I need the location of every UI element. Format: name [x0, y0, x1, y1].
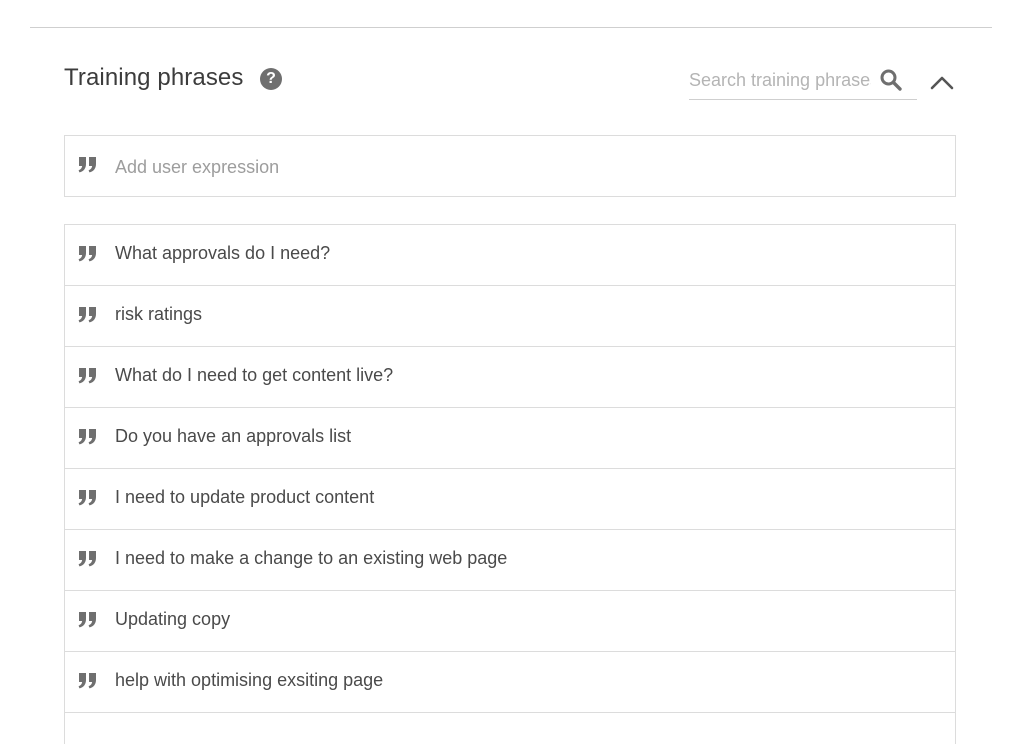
training-phrase-text[interactable]: What approvals do I need? [115, 243, 330, 264]
quote-icon [78, 612, 96, 628]
training-phrase-text[interactable]: risk ratings [115, 304, 202, 325]
training-phrase-row[interactable]: I need to update product content [65, 469, 955, 530]
training-phrase-row[interactable]: I need to make a change to an existing w… [65, 530, 955, 591]
search-input[interactable] [689, 69, 871, 91]
quote-icon [78, 307, 96, 323]
training-phrase-row[interactable]: risk ratings [65, 286, 955, 347]
search-icon[interactable] [879, 68, 903, 92]
training-phrase-row[interactable]: Do you have an approvals list [65, 408, 955, 469]
training-phrases-header: Training phrases ? [64, 60, 956, 100]
quote-icon [78, 673, 96, 689]
quote-icon [78, 157, 96, 173]
add-user-expression-input[interactable] [115, 154, 935, 180]
training-phrase-list: What approvals do I need? risk ratings W… [64, 224, 956, 744]
training-phrase-row[interactable]: What do I need to get content live? [65, 347, 955, 408]
training-phrase-text[interactable]: help with optimising exsiting page [115, 670, 383, 691]
training-phrase-row[interactable]: Updating copy [65, 591, 955, 652]
training-phrase-text[interactable]: Updating copy [115, 609, 230, 630]
add-user-expression [64, 135, 956, 197]
search-training-phrases [689, 60, 917, 100]
quote-icon [78, 490, 96, 506]
quote-icon [78, 429, 96, 445]
training-phrase-row[interactable]: help with optimising exsiting page [65, 652, 955, 713]
question-circle-icon[interactable]: ? [260, 68, 282, 90]
quote-icon [78, 551, 96, 567]
section-title: Training phrases [64, 64, 244, 91]
training-phrase-row[interactable]: What approvals do I need? [65, 225, 955, 286]
training-phrase-text[interactable]: What do I need to get content live? [115, 365, 393, 386]
training-phrase-text[interactable]: I need to update product content [115, 487, 374, 508]
quote-icon [78, 246, 96, 262]
training-phrase-text[interactable]: Do you have an approvals list [115, 426, 351, 447]
section-divider [30, 27, 992, 28]
chevron-up-icon[interactable] [928, 68, 956, 96]
training-phrase-text[interactable]: I need to make a change to an existing w… [115, 548, 507, 569]
quote-icon [78, 368, 96, 384]
